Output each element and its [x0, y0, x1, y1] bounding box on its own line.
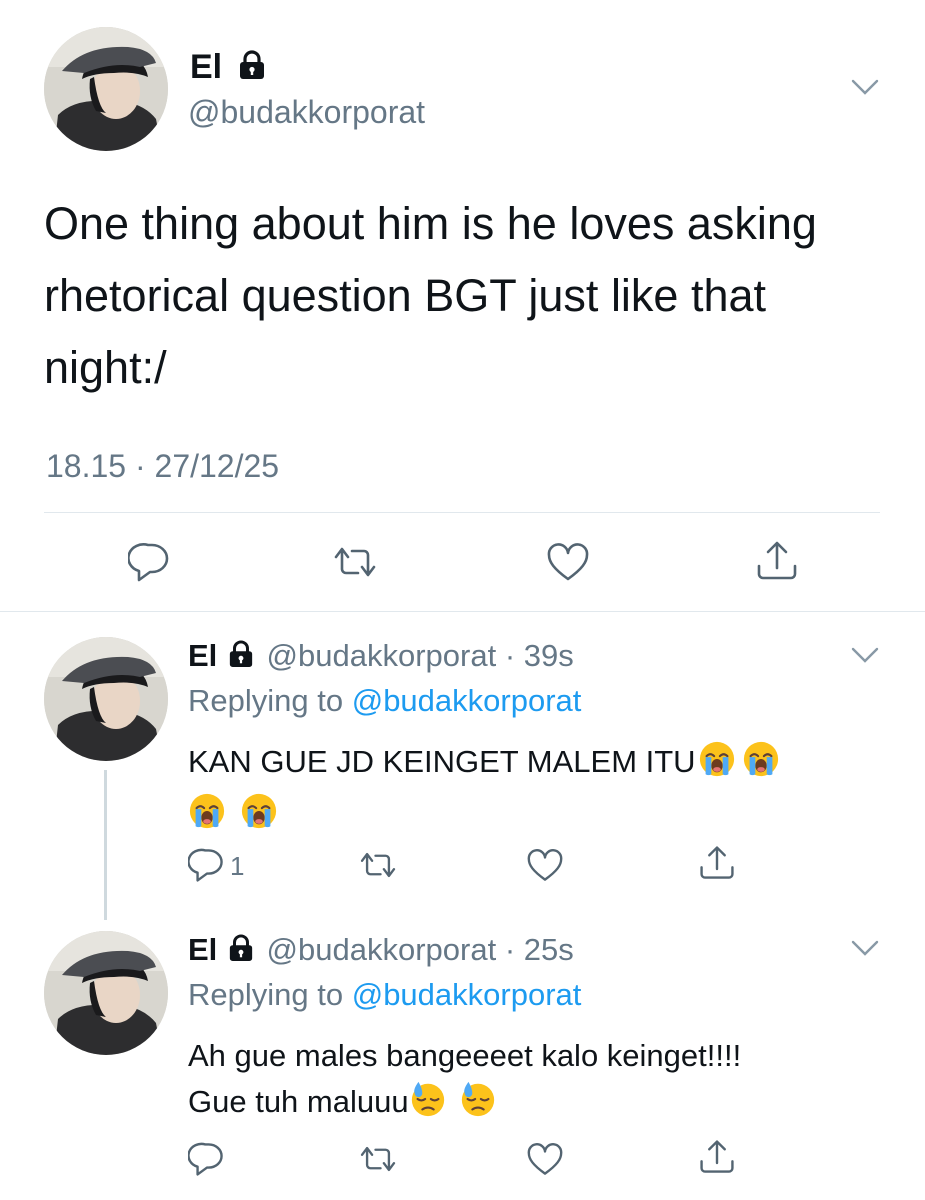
- lock-icon: [238, 47, 266, 91]
- avatar-reply-2[interactable]: [44, 931, 168, 1055]
- reply-icon[interactable]: [188, 847, 226, 883]
- reply-2-text-line2: Gue tuh maluuu: [188, 1084, 409, 1119]
- divider: [0, 611, 925, 612]
- reply-icon[interactable]: [128, 541, 172, 583]
- avatar-main[interactable]: [44, 27, 168, 151]
- reply-1-text: KAN GUE JD KEINGET MALEM ITU: [188, 736, 888, 840]
- chevron-down-icon[interactable]: [850, 77, 880, 102]
- display-name[interactable]: El: [190, 45, 266, 91]
- retweet-icon[interactable]: [357, 849, 399, 881]
- loudly-crying-face-icon: [240, 792, 278, 830]
- reply-1-replying-to: Replying to @budakkorporat: [188, 681, 581, 721]
- display-name-text[interactable]: El: [190, 48, 222, 86]
- reply-icon[interactable]: [188, 1141, 226, 1177]
- lock-icon: [228, 638, 254, 678]
- reply-1-handle-time[interactable]: @budakkorporat · 39s: [267, 638, 574, 673]
- reply-2-handle-time[interactable]: @budakkorporat · 25s: [267, 932, 574, 967]
- tweet-timestamp[interactable]: 18.15 · 27/12/25: [46, 446, 279, 486]
- handle[interactable]: @budakkorporat: [188, 92, 425, 132]
- replying-to-handle[interactable]: @budakkorporat: [352, 683, 582, 718]
- share-icon[interactable]: [698, 845, 736, 881]
- reply-1-display-name[interactable]: El: [188, 638, 217, 673]
- divider: [44, 512, 880, 513]
- retweet-icon[interactable]: [330, 543, 380, 581]
- reply-2-header: El @budakkorporat · 25s: [188, 930, 574, 972]
- thread-line: [104, 770, 107, 920]
- replying-to-handle[interactable]: @budakkorporat: [352, 977, 582, 1012]
- downcast-face-with-sweat-icon: [459, 1080, 497, 1118]
- reply-2-replying-to: Replying to @budakkorporat: [188, 975, 581, 1015]
- reply-2-text-line1: Ah gue males bangeeeet kalo keinget!!!!: [188, 1038, 742, 1073]
- chevron-down-icon[interactable]: [850, 645, 880, 670]
- avatar-reply-1[interactable]: [44, 637, 168, 761]
- share-icon[interactable]: [755, 540, 799, 582]
- retweet-icon[interactable]: [357, 1143, 399, 1175]
- replying-to-label: Replying to: [188, 977, 352, 1012]
- downcast-face-with-sweat-icon: [409, 1080, 447, 1118]
- share-icon[interactable]: [698, 1139, 736, 1175]
- loudly-crying-face-icon: [698, 740, 736, 778]
- reply-count: 1: [230, 851, 245, 881]
- reply-2-display-name[interactable]: El: [188, 932, 217, 967]
- lock-icon: [228, 932, 254, 972]
- like-icon[interactable]: [526, 1143, 564, 1177]
- like-icon[interactable]: [546, 543, 590, 583]
- replying-to-label: Replying to: [188, 683, 352, 718]
- reply-1-header: El @budakkorporat · 39s: [188, 636, 574, 678]
- loudly-crying-face-icon: [188, 792, 226, 830]
- chevron-down-icon[interactable]: [850, 938, 880, 963]
- reply-1-text-content: KAN GUE JD KEINGET MALEM ITU: [188, 744, 696, 779]
- like-icon[interactable]: [526, 849, 564, 883]
- loudly-crying-face-icon: [742, 740, 780, 778]
- reply-2-text: Ah gue males bangeeeet kalo keinget!!!! G…: [188, 1033, 888, 1125]
- tweet-text: One thing about him is he loves asking r…: [44, 198, 817, 393]
